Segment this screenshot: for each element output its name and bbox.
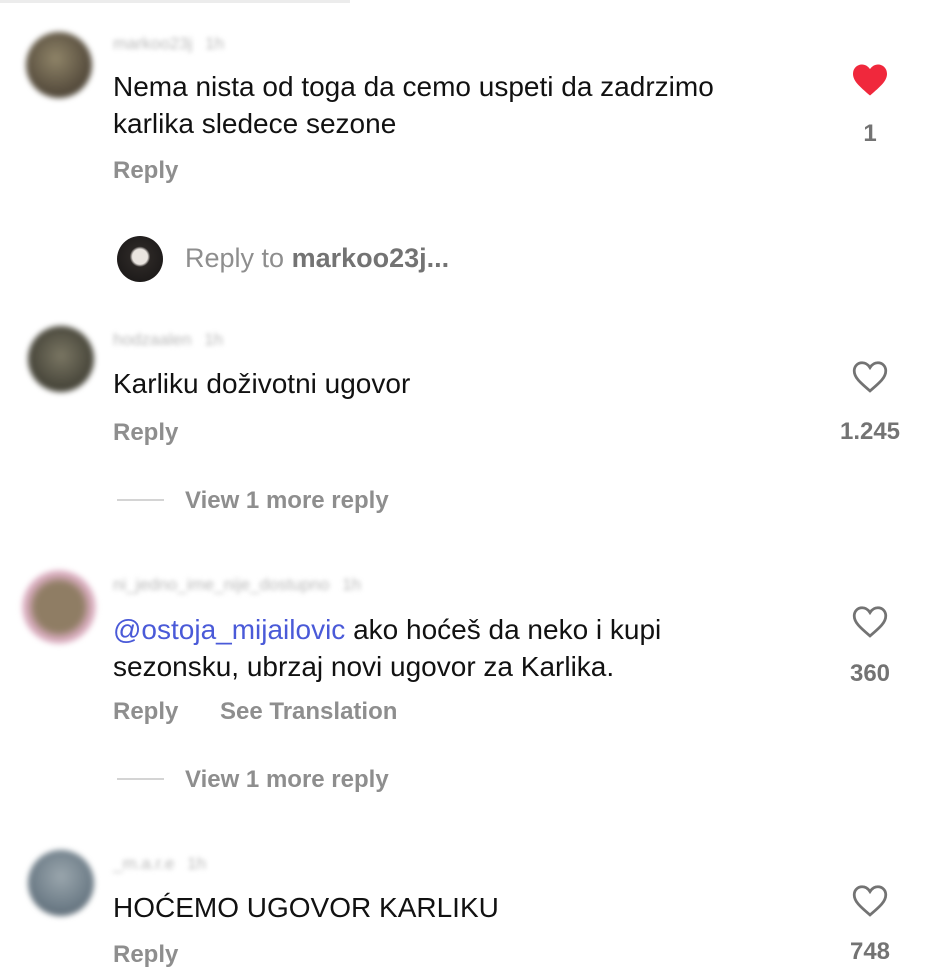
avatar[interactable] [22,570,96,644]
reply-button[interactable]: Reply [113,698,178,726]
like-count: 1 [863,120,877,147]
top-divider [0,0,350,3]
comment-text-line: Nema nista od toga da cemo uspeti da zad… [113,71,714,102]
view-more-replies-button[interactable]: View 1 more reply [185,487,389,515]
avatar[interactable] [26,32,92,98]
comment-time: 1h [204,330,224,349]
reply-to-target: markoo23j... [291,243,450,273]
like-count: 360 [849,660,891,687]
avatar[interactable] [28,326,94,392]
comment-time: 1h [342,575,362,594]
heart-filled-icon[interactable] [851,63,889,97]
reply-button[interactable]: Reply [113,157,178,185]
current-user-avatar [117,236,163,282]
comment-time: 1h [205,34,225,53]
reply-button[interactable]: Reply [113,419,178,447]
comment-text: @ostoja_mijailovic ako hoćeš da neko i k… [113,611,661,685]
username-text: hodzaalen [113,330,192,349]
comment-text: Nema nista od toga da cemo uspeti da zad… [113,68,714,142]
like-count: 1.245 [839,418,901,445]
comment-text: HOĆEMO UGOVOR KARLIKU [113,892,499,923]
comment-text-line: sezonsku, ubrzaj novi ugovor za Karlika. [113,651,615,682]
view-more-replies-button[interactable]: View 1 more reply [185,766,389,794]
avatar[interactable] [28,850,94,916]
comment-text-line: karlika sledece sezone [113,108,397,139]
comment-username[interactable]: markoo23j 1h [113,34,224,54]
comment-username[interactable]: hodzaalen 1h [113,330,223,350]
heart-outline-icon[interactable] [851,360,889,394]
comment-text: Karliku doživotni ugovor [113,368,411,399]
username-text: ni_jedno_ime_nije_dostupno [113,575,330,594]
reply-button[interactable]: Reply [113,941,178,969]
reply-to-input[interactable]: Reply to markoo23j... [185,243,449,274]
comment-username[interactable]: ni_jedno_ime_nije_dostupno 1h [113,575,361,595]
reply-to-prefix: Reply to [185,243,292,273]
view-more-divider [117,778,164,780]
user-mention-link[interactable]: @ostoja_mijailovic [113,614,345,645]
heart-outline-icon[interactable] [851,884,889,918]
like-count: 748 [849,938,891,965]
comment-username[interactable]: _m.a.r.e 1h [113,854,206,874]
username-text: _m.a.r.e [113,854,175,873]
username-text: markoo23j [113,34,193,53]
comment-text-line: ako hoćeš da neko i kupi [345,614,662,645]
heart-outline-icon[interactable] [851,605,889,639]
view-more-divider [117,499,164,501]
comment-time: 1h [187,854,207,873]
see-translation-button[interactable]: See Translation [220,698,397,726]
